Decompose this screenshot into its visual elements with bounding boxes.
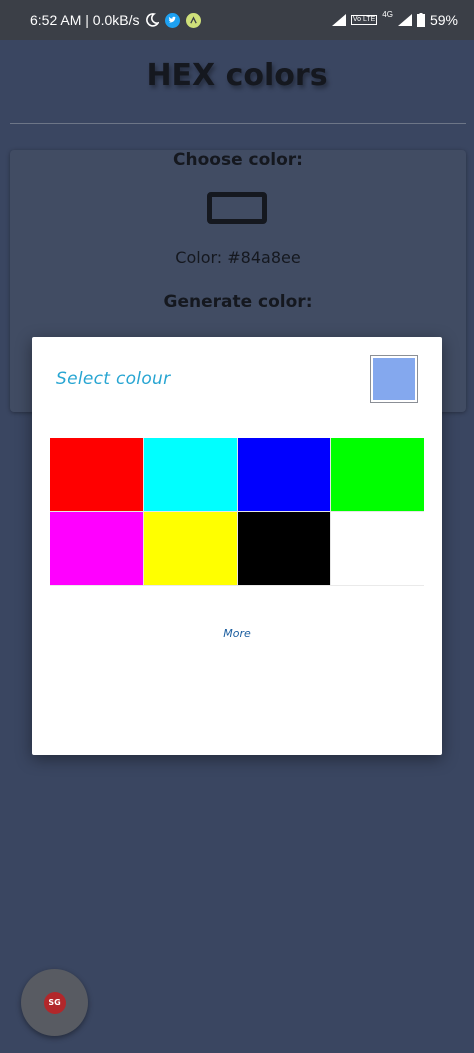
color-preview	[370, 355, 418, 403]
choose-color-label: Choose color:	[173, 150, 303, 170]
color-swatch-1[interactable]	[50, 438, 143, 511]
floating-action-button[interactable]: SG	[21, 969, 88, 1036]
status-bar: 6:52 AM | 0.0kB/s Vo LTE 4G 59%	[0, 0, 474, 40]
color-swatch-2[interactable]	[143, 438, 237, 511]
status-left: 6:52 AM | 0.0kB/s	[30, 12, 202, 28]
color-value-text: Color: #84a8ee	[175, 248, 301, 267]
network-label: 4G	[382, 10, 393, 19]
more-button[interactable]: More	[32, 627, 442, 640]
battery-icon	[416, 13, 425, 27]
signal-icon	[397, 14, 412, 26]
signal-icon	[331, 14, 346, 26]
fab-logo-text: SG	[48, 998, 61, 1007]
swatch-grid	[50, 438, 424, 586]
color-swatch-8[interactable]	[331, 512, 424, 585]
battery-text: 59%	[429, 12, 458, 28]
color-preview-fill	[373, 358, 415, 400]
app-notification-icon	[186, 12, 202, 28]
twitter-icon	[165, 12, 181, 28]
color-swatch-4[interactable]	[331, 438, 424, 511]
color-swatch-7[interactable]	[237, 512, 331, 585]
generate-color-label: Generate color:	[163, 292, 313, 312]
color-swatch-3[interactable]	[237, 438, 331, 511]
color-swatch-button[interactable]	[207, 192, 267, 224]
divider	[10, 123, 466, 124]
page-title: HEX colors	[146, 58, 328, 93]
moon-icon	[145, 13, 160, 27]
color-swatch-6[interactable]	[143, 512, 237, 585]
status-right: Vo LTE 4G 59%	[331, 10, 458, 28]
volte-label: Vo LTE	[352, 16, 376, 23]
time-speed-text: 6:52 AM | 0.0kB/s	[30, 12, 140, 28]
volte-badge: Vo LTE	[350, 15, 378, 25]
app-logo-icon: SG	[43, 991, 66, 1014]
color-picker-dialog: Select colour More	[32, 337, 442, 755]
color-swatch-5[interactable]	[50, 512, 143, 585]
dialog-title: Select colour	[56, 369, 171, 389]
